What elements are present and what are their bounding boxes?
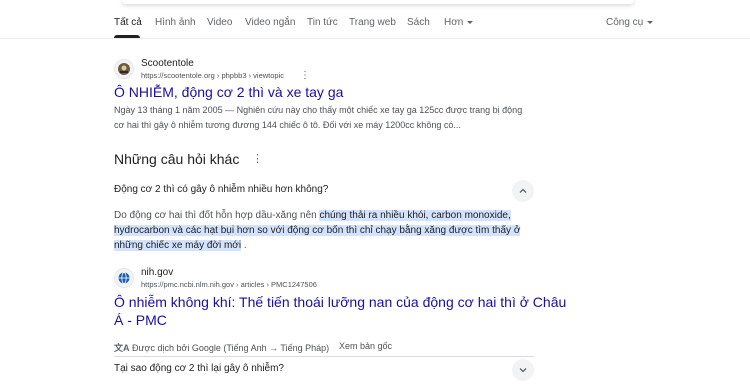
source-title-link[interactable]: Á - PMC (114, 312, 167, 328)
tab-videos[interactable]: Video (207, 17, 232, 28)
result-title-link[interactable]: Ô NHIỄM, động cơ 2 thì và xe tay ga (114, 84, 343, 100)
result-snippet: Ngày 13 tháng 1 năm 2005 — Nghiên cứu nà… (114, 103, 522, 133)
tab-more-label: Hơn (444, 17, 464, 28)
site-favicon-icon[interactable] (114, 59, 134, 79)
question-item[interactable]: Động cơ 2 thì có gây ô nhiễm nhiều hơn k… (114, 184, 328, 195)
chevron-down-icon (519, 368, 527, 373)
see-original-link[interactable]: Xem bản gốc (339, 341, 392, 351)
tab-all[interactable]: Tất cả (114, 17, 142, 28)
answer-highlight: những chiếc xe máy đời mới (114, 240, 242, 251)
search-box-shadow (122, 0, 634, 4)
site-url[interactable]: https://pmc.ncbi.nlm.nih.gov › articles … (141, 280, 317, 289)
site-favicon-icon[interactable] (114, 268, 134, 288)
active-tab-indicator (114, 35, 140, 38)
answer-line: Do động cơ hai thì đốt hỗn hợp dầu-xăng … (114, 208, 511, 223)
people-also-ask-heading: Những câu hỏi khác (114, 151, 240, 167)
chevron-up-icon (519, 188, 527, 193)
answer-highlight: hydrocarbon và các hạt bụi hơn so với độ… (114, 225, 521, 236)
chevron-down-icon (467, 20, 474, 24)
source-title-link[interactable]: Ô nhiễm không khí: Thế tiến thoái lưỡng … (114, 294, 566, 310)
translate-icon: 文A (114, 343, 130, 353)
answer-text: Do động cơ hai thì đốt hỗn hợp dầu-xăng … (114, 210, 320, 221)
expand-button[interactable] (512, 359, 534, 381)
search-tabs: Tất cả Hình ảnh Video Video ngắn Tin tức… (0, 12, 750, 39)
answer-text: . (241, 240, 247, 251)
translation-note: 文A Được dịch bởi Google (Tiếng Anh → Tiế… (114, 341, 329, 354)
more-options-icon[interactable]: ⋮ (300, 71, 310, 81)
tab-more[interactable]: Hơn (444, 17, 474, 28)
translation-label: Được dịch bởi Google (Tiếng Anh → Tiếng … (132, 343, 330, 353)
tab-web[interactable]: Trang web (349, 17, 396, 28)
answer-line: hydrocarbon và các hạt bụi hơn so với độ… (114, 223, 521, 238)
chevron-down-icon (647, 20, 654, 24)
question-item[interactable]: Tại sao động cơ 2 thì lại gây ô nhiễm? (114, 363, 284, 374)
answer-line: những chiếc xe máy đời mới . (114, 238, 247, 253)
tab-books[interactable]: Sách (407, 17, 430, 28)
answer-highlight: chúng thải ra nhiều khói, carbon monoxid… (319, 210, 511, 221)
tab-news[interactable]: Tin tức (307, 17, 338, 28)
tools-button[interactable]: Công cụ (606, 17, 654, 28)
site-url[interactable]: https://scootentole.org › phpbb3 › viewt… (141, 71, 284, 80)
collapse-button[interactable] (512, 180, 534, 202)
site-name[interactable]: nih.gov (141, 267, 173, 278)
tools-label: Công cụ (606, 17, 644, 28)
tab-images[interactable]: Hình ảnh (155, 17, 196, 28)
divider (114, 356, 534, 357)
site-name[interactable]: Scootentole (141, 58, 194, 69)
snippet-line: Ngày 13 tháng 1 năm 2005 — Nghiên cứu nà… (114, 105, 523, 115)
more-options-icon[interactable]: ⋮ (252, 153, 263, 165)
tab-short-videos[interactable]: Video ngắn (245, 17, 295, 28)
snippet-line: cơ hai thì gây ô nhiễm tương đương 144 c… (114, 120, 461, 130)
